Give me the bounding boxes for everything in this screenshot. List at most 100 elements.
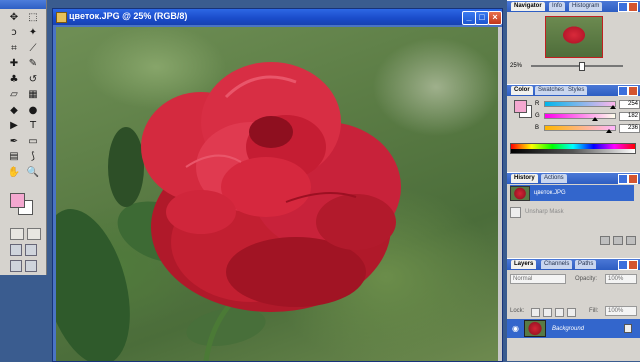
tab-layers[interactable]: Layers xyxy=(511,260,537,269)
tool-palette-grip[interactable] xyxy=(0,0,46,9)
eye-icon[interactable]: ◉ xyxy=(511,324,520,333)
layer-lock-icon xyxy=(624,324,632,333)
palette-column: Navigator Info Histogram 25% Color Swatc… xyxy=(507,0,640,361)
lock-position-icon[interactable] xyxy=(555,308,564,317)
standard-mode-button[interactable] xyxy=(10,228,24,240)
full-screen-menu-button[interactable] xyxy=(25,244,37,256)
color-channel-knob[interactable] xyxy=(606,129,613,133)
tab-history[interactable]: History xyxy=(511,174,538,183)
navigator-zoom-knob[interactable] xyxy=(579,62,586,71)
history-snapshot-row[interactable]: цветок.JPG xyxy=(510,185,634,201)
tab-paths[interactable]: Paths xyxy=(575,260,597,269)
eraser-icon[interactable]: ▱ xyxy=(7,89,21,102)
history-palette-close-button[interactable] xyxy=(628,174,638,184)
lock-image-icon[interactable] xyxy=(543,308,552,317)
jump-to-imageready-button[interactable] xyxy=(25,260,37,272)
hand-icon[interactable]: ✋ xyxy=(7,166,21,179)
tab-swatches[interactable]: Swatches xyxy=(535,86,568,95)
color-spectrum-bar[interactable] xyxy=(510,143,636,154)
tab-actions[interactable]: Actions xyxy=(541,174,567,183)
color-channel-label: R xyxy=(535,101,540,107)
zoom-icon[interactable]: 🔍 xyxy=(26,166,40,179)
color-channel-value[interactable]: 236 xyxy=(619,123,640,133)
color-channel-knob[interactable] xyxy=(591,117,598,121)
color-channel-row: R 254 xyxy=(535,99,640,109)
color-channel-slider[interactable] xyxy=(544,101,617,109)
type-icon[interactable]: T xyxy=(26,120,40,133)
document-titlebar[interactable]: цветок.JPG @ 25% (RGB/8) _ □ × xyxy=(53,9,502,25)
tab-info[interactable]: Info xyxy=(549,2,566,11)
layers-tabstrip: Layers Channels Paths xyxy=(507,259,640,270)
move-icon[interactable]: ✥ xyxy=(7,11,21,24)
slice-icon[interactable]: ⟋ xyxy=(26,42,40,55)
new-snapshot-icon[interactable] xyxy=(613,236,623,245)
tab-navigator[interactable]: Navigator xyxy=(511,2,545,11)
layers-palette-minimize-button[interactable] xyxy=(618,260,628,270)
history-footer xyxy=(600,236,636,245)
delete-state-icon[interactable] xyxy=(626,236,636,245)
color-channel-value[interactable]: 182 xyxy=(619,111,640,121)
color-palette: Color Swatches Styles R 254 G 182 B 236 xyxy=(507,84,640,163)
dodge-icon[interactable]: ● xyxy=(26,104,40,117)
screen-mode-row xyxy=(10,244,37,256)
tab-channels[interactable]: Channels xyxy=(541,260,573,269)
vertical-scrollbar[interactable] xyxy=(498,27,502,361)
pen-icon[interactable]: ✒ xyxy=(7,135,21,148)
quick-mask-button[interactable] xyxy=(27,228,41,240)
blend-mode-select[interactable]: Normal xyxy=(510,274,566,284)
tab-styles[interactable]: Styles xyxy=(565,86,588,95)
lock-options xyxy=(531,308,576,317)
history-step-row[interactable]: Unsharp Mask xyxy=(510,204,634,220)
tab-histogram[interactable]: Histogram xyxy=(569,2,603,11)
tool-grid: ✥ ⬚ ↄ ✦ ⌗ ⟋ ✚ ✎ ♣ ↺ ▱ ▦ ◆ ● ▶ T ✒ ▭ ▤ ⟆ ✋ 🔍 xyxy=(7,11,43,182)
fill-label: Fill: xyxy=(589,308,599,314)
palette-close-button[interactable] xyxy=(628,2,638,12)
full-screen-button[interactable] xyxy=(10,260,22,272)
image-canvas[interactable] xyxy=(56,27,499,361)
lock-all-icon[interactable] xyxy=(567,308,576,317)
brush-icon[interactable]: ✎ xyxy=(26,58,40,71)
color-channel-slider[interactable] xyxy=(544,125,616,133)
crop-icon[interactable]: ⌗ xyxy=(7,42,21,55)
palette-minimize-button[interactable] xyxy=(618,2,628,12)
maximize-button[interactable]: □ xyxy=(475,11,489,25)
notes-icon[interactable]: ▤ xyxy=(7,151,21,164)
history-brush-icon[interactable]: ↺ xyxy=(26,73,40,86)
minimize-button[interactable]: _ xyxy=(462,11,476,25)
history-palette-minimize-button[interactable] xyxy=(618,174,628,184)
healing-brush-icon[interactable]: ✚ xyxy=(7,58,21,71)
fill-field[interactable]: 100% xyxy=(605,306,637,316)
color-channel-knob[interactable] xyxy=(610,105,617,109)
navigator-zoom-value[interactable]: 25% xyxy=(510,63,522,69)
blur-icon[interactable]: ◆ xyxy=(7,104,21,117)
layer-row-background[interactable]: ◉ Background xyxy=(507,319,640,338)
marquee-icon[interactable]: ⬚ xyxy=(26,11,40,24)
new-document-from-state-icon[interactable] xyxy=(600,236,610,245)
eyedropper-icon[interactable]: ⟆ xyxy=(26,151,40,164)
color-channel-label: G xyxy=(535,113,540,119)
gradient-icon[interactable]: ▦ xyxy=(26,89,40,102)
clone-stamp-icon[interactable]: ♣ xyxy=(7,73,21,86)
navigator-zoom-slider[interactable] xyxy=(531,62,623,71)
lasso-icon[interactable]: ↄ xyxy=(7,27,21,40)
magic-wand-icon[interactable]: ✦ xyxy=(26,27,40,40)
layers-palette-close-button[interactable] xyxy=(628,260,638,270)
history-step-icon xyxy=(510,206,521,218)
rectangle-icon[interactable]: ▭ xyxy=(26,135,40,148)
opacity-field[interactable]: 100% xyxy=(605,274,637,284)
path-selection-icon[interactable]: ▶ xyxy=(7,120,21,133)
navigator-thumbnail[interactable] xyxy=(545,16,603,58)
tab-color[interactable]: Color xyxy=(511,86,533,95)
mask-mode-row xyxy=(10,228,41,240)
color-channel-value[interactable]: 254 xyxy=(619,99,640,109)
color-foreground-swatch[interactable] xyxy=(514,100,527,113)
color-channel-slider[interactable] xyxy=(544,113,616,121)
opacity-label: Opacity: xyxy=(575,276,598,282)
color-palette-minimize-button[interactable] xyxy=(618,86,628,96)
color-palette-close-button[interactable] xyxy=(628,86,638,96)
close-button[interactable]: × xyxy=(488,11,502,25)
lock-transparent-icon[interactable] xyxy=(531,308,540,317)
standard-screen-button[interactable] xyxy=(10,244,22,256)
color-tabstrip: Color Swatches Styles xyxy=(507,85,640,96)
foreground-color-swatch[interactable] xyxy=(10,193,25,208)
